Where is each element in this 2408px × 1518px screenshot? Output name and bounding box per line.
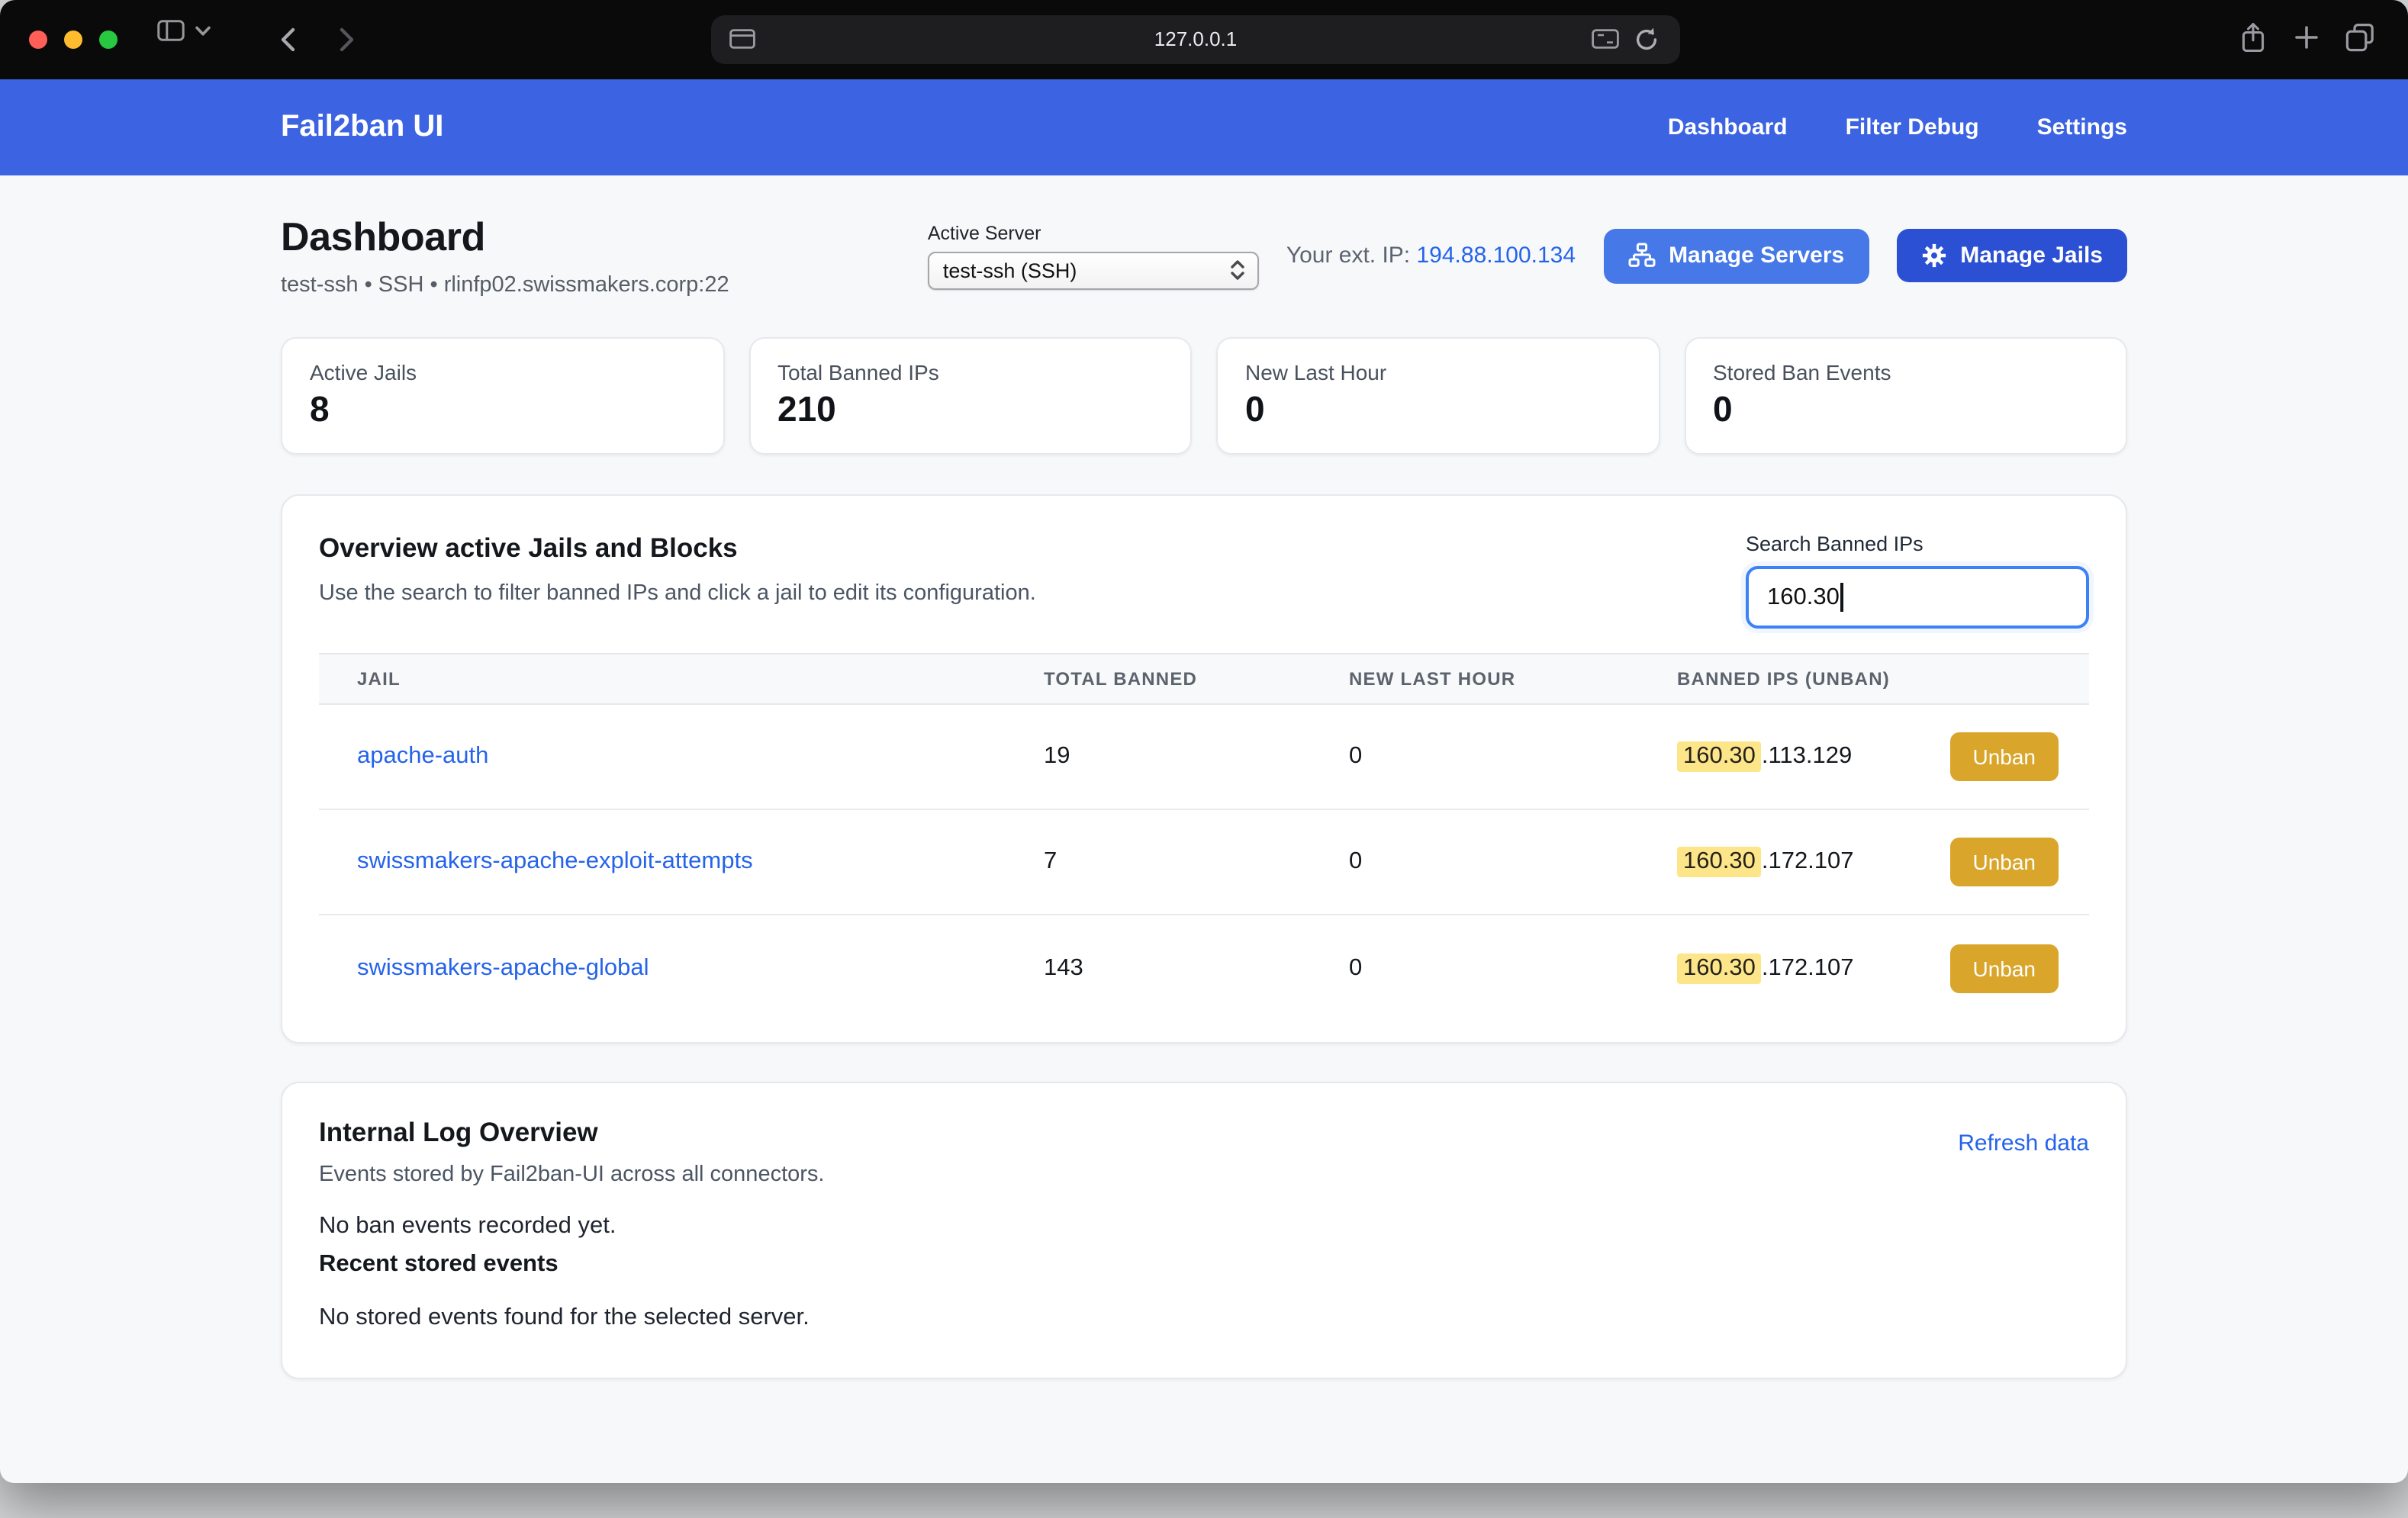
overview-title-block: Overview active Jails and Blocks Use the… bbox=[319, 532, 1036, 606]
external-ip-label: Your ext. IP: bbox=[1286, 243, 1410, 269]
sitemap-icon bbox=[1627, 242, 1655, 269]
browser-window: 127.0.0.1 bbox=[0, 0, 2408, 1483]
page-title: Dashboard bbox=[281, 214, 729, 261]
stats-row: Active Jails 8 Total Banned IPs 210 New … bbox=[281, 337, 2127, 455]
chevron-left-icon bbox=[273, 23, 307, 56]
internal-log-panel: Internal Log Overview Events stored by F… bbox=[281, 1082, 2127, 1379]
table-row: swissmakers-apache-exploit-attempts 7 0 … bbox=[319, 810, 2089, 915]
reload-icon[interactable] bbox=[1633, 26, 1660, 53]
active-server-label: Active Server bbox=[928, 222, 1259, 243]
search-banned-ips-input[interactable]: 160.30 bbox=[1746, 566, 2089, 629]
nav-item-dashboard[interactable]: Dashboard bbox=[1668, 114, 1788, 140]
header-actions: Active Server test-ssh (SSH) Your ext. I… bbox=[928, 222, 2127, 289]
plus-icon bbox=[2294, 24, 2319, 50]
total-banned-value: 19 bbox=[1044, 743, 1349, 770]
search-label: Search Banned IPs bbox=[1746, 532, 2089, 555]
share-icon bbox=[2239, 21, 2268, 53]
unban-button[interactable]: Unban bbox=[1949, 838, 2059, 886]
ip-match-highlight: 160.30 bbox=[1677, 741, 1762, 772]
tabs-icon bbox=[2345, 23, 2374, 52]
log-subtitle: Events stored by Fail2ban-UI across all … bbox=[319, 1163, 824, 1187]
stat-card-stored-events: Stored Ban Events 0 bbox=[1684, 337, 2127, 455]
app-brand[interactable]: Fail2ban UI bbox=[281, 110, 443, 145]
total-banned-value: 7 bbox=[1044, 848, 1349, 876]
select-arrows-icon bbox=[1227, 258, 1248, 282]
ip-match-highlight: 160.30 bbox=[1677, 847, 1762, 877]
page-header: Dashboard test-ssh • SSH • rlinfp02.swis… bbox=[281, 214, 2127, 297]
log-title: Internal Log Overview bbox=[319, 1117, 824, 1149]
recent-events-title: Recent stored events bbox=[319, 1251, 2089, 1278]
log-title-block: Internal Log Overview Events stored by F… bbox=[319, 1117, 824, 1187]
forward-button[interactable] bbox=[328, 23, 362, 56]
new-last-hour-value: 0 bbox=[1349, 743, 1677, 770]
manage-servers-button[interactable]: Manage Servers bbox=[1603, 228, 1869, 283]
app-navbar: Fail2ban UI Dashboard Filter Debug Setti… bbox=[0, 79, 2408, 175]
table-row: swissmakers-apache-global 143 0 160.30.1… bbox=[319, 915, 2089, 1021]
stat-card-new-last-hour: New Last Hour 0 bbox=[1216, 337, 1660, 455]
nav-links: Dashboard Filter Debug Settings bbox=[1668, 114, 2127, 140]
jail-link-apache-global[interactable]: swissmakers-apache-global bbox=[357, 954, 649, 980]
url-text: 127.0.0.1 bbox=[711, 15, 1680, 64]
active-server-select[interactable]: test-ssh (SSH) bbox=[928, 251, 1259, 289]
jail-link-apache-auth[interactable]: apache-auth bbox=[357, 743, 488, 769]
no-ban-events-text: No ban events recorded yet. bbox=[319, 1213, 2089, 1240]
external-ip-value[interactable]: 194.88.100.134 bbox=[1417, 243, 1576, 269]
table-row: apache-auth 19 0 160.30.113.129 Unban bbox=[319, 705, 2089, 810]
ip-rest: .172.107 bbox=[1762, 848, 1854, 876]
address-bar[interactable]: 127.0.0.1 bbox=[711, 15, 1680, 64]
active-server-block: Active Server test-ssh (SSH) bbox=[928, 222, 1259, 289]
back-button[interactable] bbox=[273, 23, 307, 56]
page-title-block: Dashboard test-ssh • SSH • rlinfp02.swis… bbox=[281, 214, 729, 297]
sidebar-toggle-button[interactable] bbox=[157, 20, 211, 41]
new-tab-button[interactable] bbox=[2294, 24, 2319, 50]
share-button[interactable] bbox=[2239, 21, 2268, 53]
close-button[interactable] bbox=[29, 31, 47, 49]
jails-overview-panel: Overview active Jails and Blocks Use the… bbox=[281, 494, 2127, 1044]
stat-card-active-jails: Active Jails 8 bbox=[281, 337, 724, 455]
overview-subtitle: Use the search to filter banned IPs and … bbox=[319, 581, 1036, 606]
banned-ip-cell: 160.30.172.107 Unban bbox=[1677, 838, 2059, 886]
chrome-right-buttons bbox=[2239, 21, 2374, 53]
page-subtitle: test-ssh • SSH • rlinfp02.swissmakers.co… bbox=[281, 273, 729, 297]
overview-title: Overview active Jails and Blocks bbox=[319, 532, 1036, 564]
ip-rest: .113.129 bbox=[1762, 743, 1852, 770]
external-ip: Your ext. IP: 194.88.100.134 bbox=[1286, 243, 1576, 269]
translate-icon[interactable] bbox=[1592, 29, 1619, 49]
chevron-down-icon bbox=[195, 25, 211, 36]
browser-chrome: 127.0.0.1 bbox=[0, 0, 2408, 79]
jails-table: JAIL TOTAL BANNED NEW LAST HOUR BANNED I… bbox=[319, 653, 2089, 1021]
new-last-hour-value: 0 bbox=[1349, 848, 1677, 876]
sidebar-icon bbox=[157, 20, 185, 41]
refresh-data-link[interactable]: Refresh data bbox=[1958, 1130, 2089, 1156]
page-content: Dashboard test-ssh • SSH • rlinfp02.swis… bbox=[281, 175, 2127, 1379]
banned-ip-cell: 160.30.172.107 Unban bbox=[1677, 944, 2059, 992]
gear-icon bbox=[1920, 243, 1946, 269]
stat-card-total-banned: Total Banned IPs 210 bbox=[748, 337, 1192, 455]
table-header: JAIL TOTAL BANNED NEW LAST HOUR BANNED I… bbox=[319, 653, 2089, 705]
text-caret bbox=[1841, 583, 1843, 612]
ip-match-highlight: 160.30 bbox=[1677, 953, 1762, 983]
nav-item-filter-debug[interactable]: Filter Debug bbox=[1846, 114, 1979, 140]
jail-link-exploit-attempts[interactable]: swissmakers-apache-exploit-attempts bbox=[357, 848, 753, 874]
screen: 127.0.0.1 bbox=[0, 0, 2408, 1518]
unban-button[interactable]: Unban bbox=[1949, 732, 2059, 781]
manage-jails-button[interactable]: Manage Jails bbox=[1896, 229, 2127, 282]
chevron-right-icon bbox=[328, 23, 362, 56]
ip-rest: .172.107 bbox=[1762, 954, 1854, 982]
unban-button[interactable]: Unban bbox=[1949, 944, 2059, 992]
zoom-button[interactable] bbox=[99, 31, 118, 49]
total-banned-value: 143 bbox=[1044, 954, 1349, 982]
search-block: Search Banned IPs 160.30 bbox=[1746, 532, 2089, 629]
banned-ip-cell: 160.30.113.129 Unban bbox=[1677, 732, 2059, 781]
nav-item-settings[interactable]: Settings bbox=[2037, 114, 2127, 140]
minimize-button[interactable] bbox=[64, 31, 82, 49]
no-stored-events-text: No stored events found for the selected … bbox=[319, 1304, 2089, 1332]
tab-overview-button[interactable] bbox=[2345, 23, 2374, 52]
new-last-hour-value: 0 bbox=[1349, 954, 1677, 982]
window-controls bbox=[29, 31, 118, 49]
